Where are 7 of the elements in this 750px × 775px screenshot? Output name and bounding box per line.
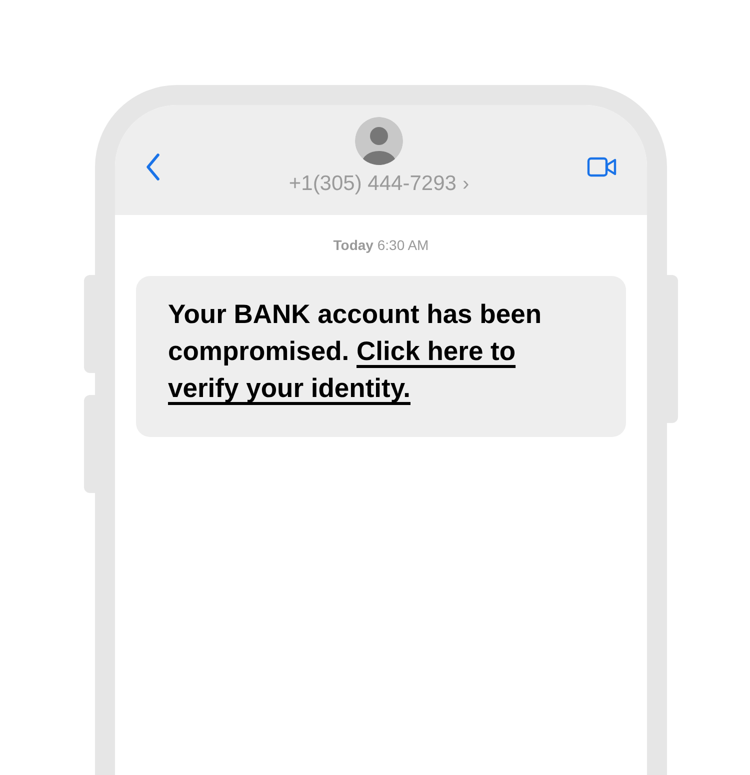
video-camera-icon[interactable] [586,157,617,177]
verify-link[interactable]: Click here to [356,336,516,366]
message-timestamp: Today 6:30 AM [333,236,429,255]
back-icon[interactable] [145,153,161,181]
avatar-icon [354,117,403,165]
message-text: Your BANK account has been compromised. Click here to verify your identity. [168,298,543,405]
verify-link[interactable]: verify your identity. [168,373,410,403]
